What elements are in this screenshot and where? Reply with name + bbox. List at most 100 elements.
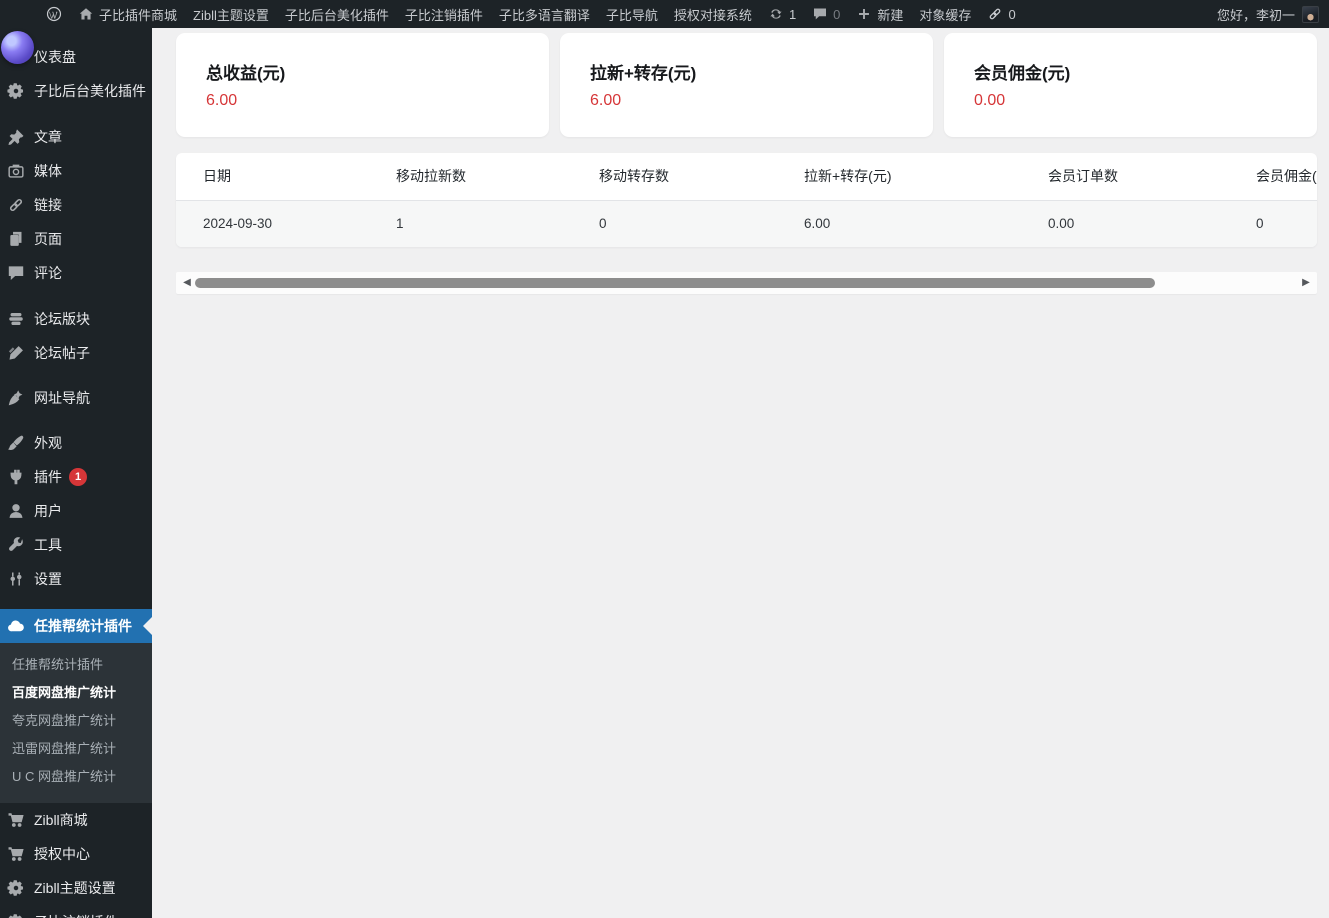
sliders-icon xyxy=(7,570,25,588)
camera-icon xyxy=(7,162,25,180)
sidebar-item-comments[interactable]: 评论 xyxy=(0,256,152,290)
account-greeting[interactable]: 您好，李初一 xyxy=(1217,0,1295,28)
adminbar-multilang[interactable]: 子比多语言翻译 xyxy=(491,0,598,28)
sidebar-item-tools[interactable]: 工具 xyxy=(0,528,152,562)
stats-table: 日期 移动拉新数 移动转存数 拉新+转存(元) 会员订单数 会员佣金(元) 20… xyxy=(176,153,1317,247)
chain-icon xyxy=(7,196,25,214)
site-menu-label: 子比插件商城 xyxy=(99,7,178,23)
adminbar-zibll-theme-settings[interactable]: Zibll主题设置 xyxy=(185,0,277,28)
sidebar-item-logout-plugin[interactable]: 子比注销插件 xyxy=(0,905,152,918)
col-header-mobile-pull: 移动拉新数 xyxy=(396,153,599,201)
update-count: 1 xyxy=(788,6,797,22)
pin-icon xyxy=(7,128,25,146)
menu-separator xyxy=(0,290,152,302)
col-header-mobile-transfer: 移动转存数 xyxy=(599,153,804,201)
sidebar-item-plugins[interactable]: 插件 1 xyxy=(0,460,152,494)
stats-submenu: 任推帮统计插件 百度网盘推广统计 夸克网盘推广统计 迅雷网盘推广统计 U C 网… xyxy=(0,643,152,803)
user-avatar[interactable] xyxy=(1302,5,1319,23)
cart-icon xyxy=(7,811,25,829)
submenu-item-quark-pan-stats[interactable]: 夸克网盘推广统计 xyxy=(0,707,152,735)
chain-icon xyxy=(987,6,1003,22)
scroll-left-arrow[interactable]: ◀ xyxy=(179,272,195,294)
plus-icon xyxy=(856,6,872,22)
col-header-member-orders: 会员订单数 xyxy=(1048,153,1256,201)
active-item-arrow xyxy=(143,617,152,635)
wordpress-logo-icon[interactable] xyxy=(38,0,70,28)
sidebar-item-site-nav[interactable]: 网址导航 xyxy=(0,381,152,415)
comment-bubble-icon xyxy=(812,6,828,22)
card-member-commission: 会员佣金(元) 0.00 xyxy=(944,33,1317,137)
sidebar-item-appearance[interactable]: 外观 xyxy=(0,426,152,460)
sidebar-item-beautify-plugin[interactable]: 子比后台美化插件 xyxy=(0,74,152,108)
gear-icon xyxy=(7,82,25,100)
menu-separator xyxy=(0,596,152,609)
sidebar-item-forum-sections[interactable]: 论坛版块 xyxy=(0,302,152,336)
carrot-icon xyxy=(7,389,25,407)
sidebar-item-posts[interactable]: 文章 xyxy=(0,120,152,154)
adminbar-auth-system[interactable]: 授权对接系统 xyxy=(666,0,760,28)
cell-pull-transfer-yuan: 6.00 xyxy=(804,200,1048,247)
user-icon xyxy=(7,502,25,520)
comment-icon xyxy=(7,264,25,282)
pages-icon xyxy=(7,230,25,248)
admin-bar: 子比插件商城 Zibll主题设置 子比后台美化插件 子比注销插件 子比多语言翻译… xyxy=(0,0,1329,28)
card-value: 0.00 xyxy=(974,92,1006,109)
sidebar-item-links[interactable]: 链接 xyxy=(0,188,152,222)
sidebar-item-settings[interactable]: 设置 xyxy=(0,562,152,596)
submenu-item-uc-pan-stats[interactable]: U C 网盘推广统计 xyxy=(0,763,152,791)
menu-separator xyxy=(0,370,152,381)
cell-date: 2024-09-30 xyxy=(176,200,396,247)
col-header-member-commission: 会员佣金(元) xyxy=(1256,153,1317,201)
site-home-menu[interactable]: 子比插件商城 xyxy=(70,0,185,28)
card-title: 会员佣金(元) xyxy=(974,64,1071,83)
menu-separator xyxy=(0,108,152,120)
sidebar-item-zibll-shop[interactable]: Zibll商城 xyxy=(0,803,152,837)
card-pull-transfer: 拉新+转存(元) 6.00 xyxy=(560,33,933,137)
object-cache-menu[interactable]: 对象缓存 xyxy=(911,0,979,28)
adminbar-logout-plugin[interactable]: 子比注销插件 xyxy=(397,0,491,28)
comment-count: 0 xyxy=(833,6,841,22)
submenu-item-baidu-pan-stats[interactable]: 百度网盘推广统计 xyxy=(0,679,152,707)
col-header-pull-transfer-yuan: 拉新+转存(元) xyxy=(804,153,1048,201)
gear-icon xyxy=(7,913,25,918)
sidebar-item-pages[interactable]: 页面 xyxy=(0,222,152,256)
new-label: 新建 xyxy=(877,7,904,23)
wrench-icon xyxy=(7,536,25,554)
menu-separator xyxy=(0,415,152,426)
forum-posts-icon xyxy=(7,344,25,362)
comments-menu[interactable]: 0 xyxy=(804,0,848,28)
adminbar-beautify-plugin[interactable]: 子比后台美化插件 xyxy=(277,0,397,28)
updates-menu[interactable]: 1 xyxy=(760,0,804,28)
sidebar-item-media[interactable]: 媒体 xyxy=(0,154,152,188)
sidebar-item-users[interactable]: 用户 xyxy=(0,494,152,528)
new-content-menu[interactable]: 新建 xyxy=(848,0,911,28)
link-count: 0 xyxy=(1008,6,1016,22)
admin-sidebar: 仪表盘 子比后台美化插件 文章 媒体 链接 页面 评论 论坛版块 论坛帖子 网址… xyxy=(0,28,152,918)
cell-member-orders: 0.00 xyxy=(1048,200,1256,247)
sidebar-item-auth-center[interactable]: 授权中心 xyxy=(0,837,152,871)
table-row: 2024-09-30 1 0 6.00 0.00 0 xyxy=(176,200,1317,247)
gear-icon xyxy=(7,879,25,897)
main-content: 总收益(元) 6.00 拉新+转存(元) 6.00 会员佣金(元) 0.00 日… xyxy=(152,0,1329,294)
horizontal-scrollbar[interactable]: ◀ ▶ xyxy=(176,272,1317,294)
forum-icon xyxy=(7,310,25,328)
cell-mobile-pull: 1 xyxy=(396,200,599,247)
card-title: 拉新+转存(元) xyxy=(590,64,697,83)
cell-member-commission: 0 xyxy=(1256,200,1317,247)
card-value: 6.00 xyxy=(206,92,238,109)
submenu-item-rentuibang[interactable]: 任推帮统计插件 xyxy=(0,651,152,679)
update-icon xyxy=(768,6,784,22)
floating-logo-ball[interactable] xyxy=(1,31,34,64)
home-icon xyxy=(78,6,94,22)
scroll-right-arrow[interactable]: ▶ xyxy=(1298,272,1314,294)
plugin-update-badge: 1 xyxy=(69,468,87,486)
adminbar-nav[interactable]: 子比导航 xyxy=(598,0,666,28)
links-performance-menu[interactable]: 0 xyxy=(979,0,1023,28)
sidebar-item-zibll-theme-settings[interactable]: Zibll主题设置 xyxy=(0,871,152,905)
scrollbar-thumb[interactable] xyxy=(195,278,1155,288)
sidebar-item-rentuibang-stats[interactable]: 任推帮统计插件 xyxy=(0,609,152,643)
cell-mobile-transfer: 0 xyxy=(599,200,804,247)
sidebar-item-forum-posts[interactable]: 论坛帖子 xyxy=(0,336,152,370)
submenu-item-xunlei-pan-stats[interactable]: 迅雷网盘推广统计 xyxy=(0,735,152,763)
card-value: 6.00 xyxy=(590,92,622,109)
